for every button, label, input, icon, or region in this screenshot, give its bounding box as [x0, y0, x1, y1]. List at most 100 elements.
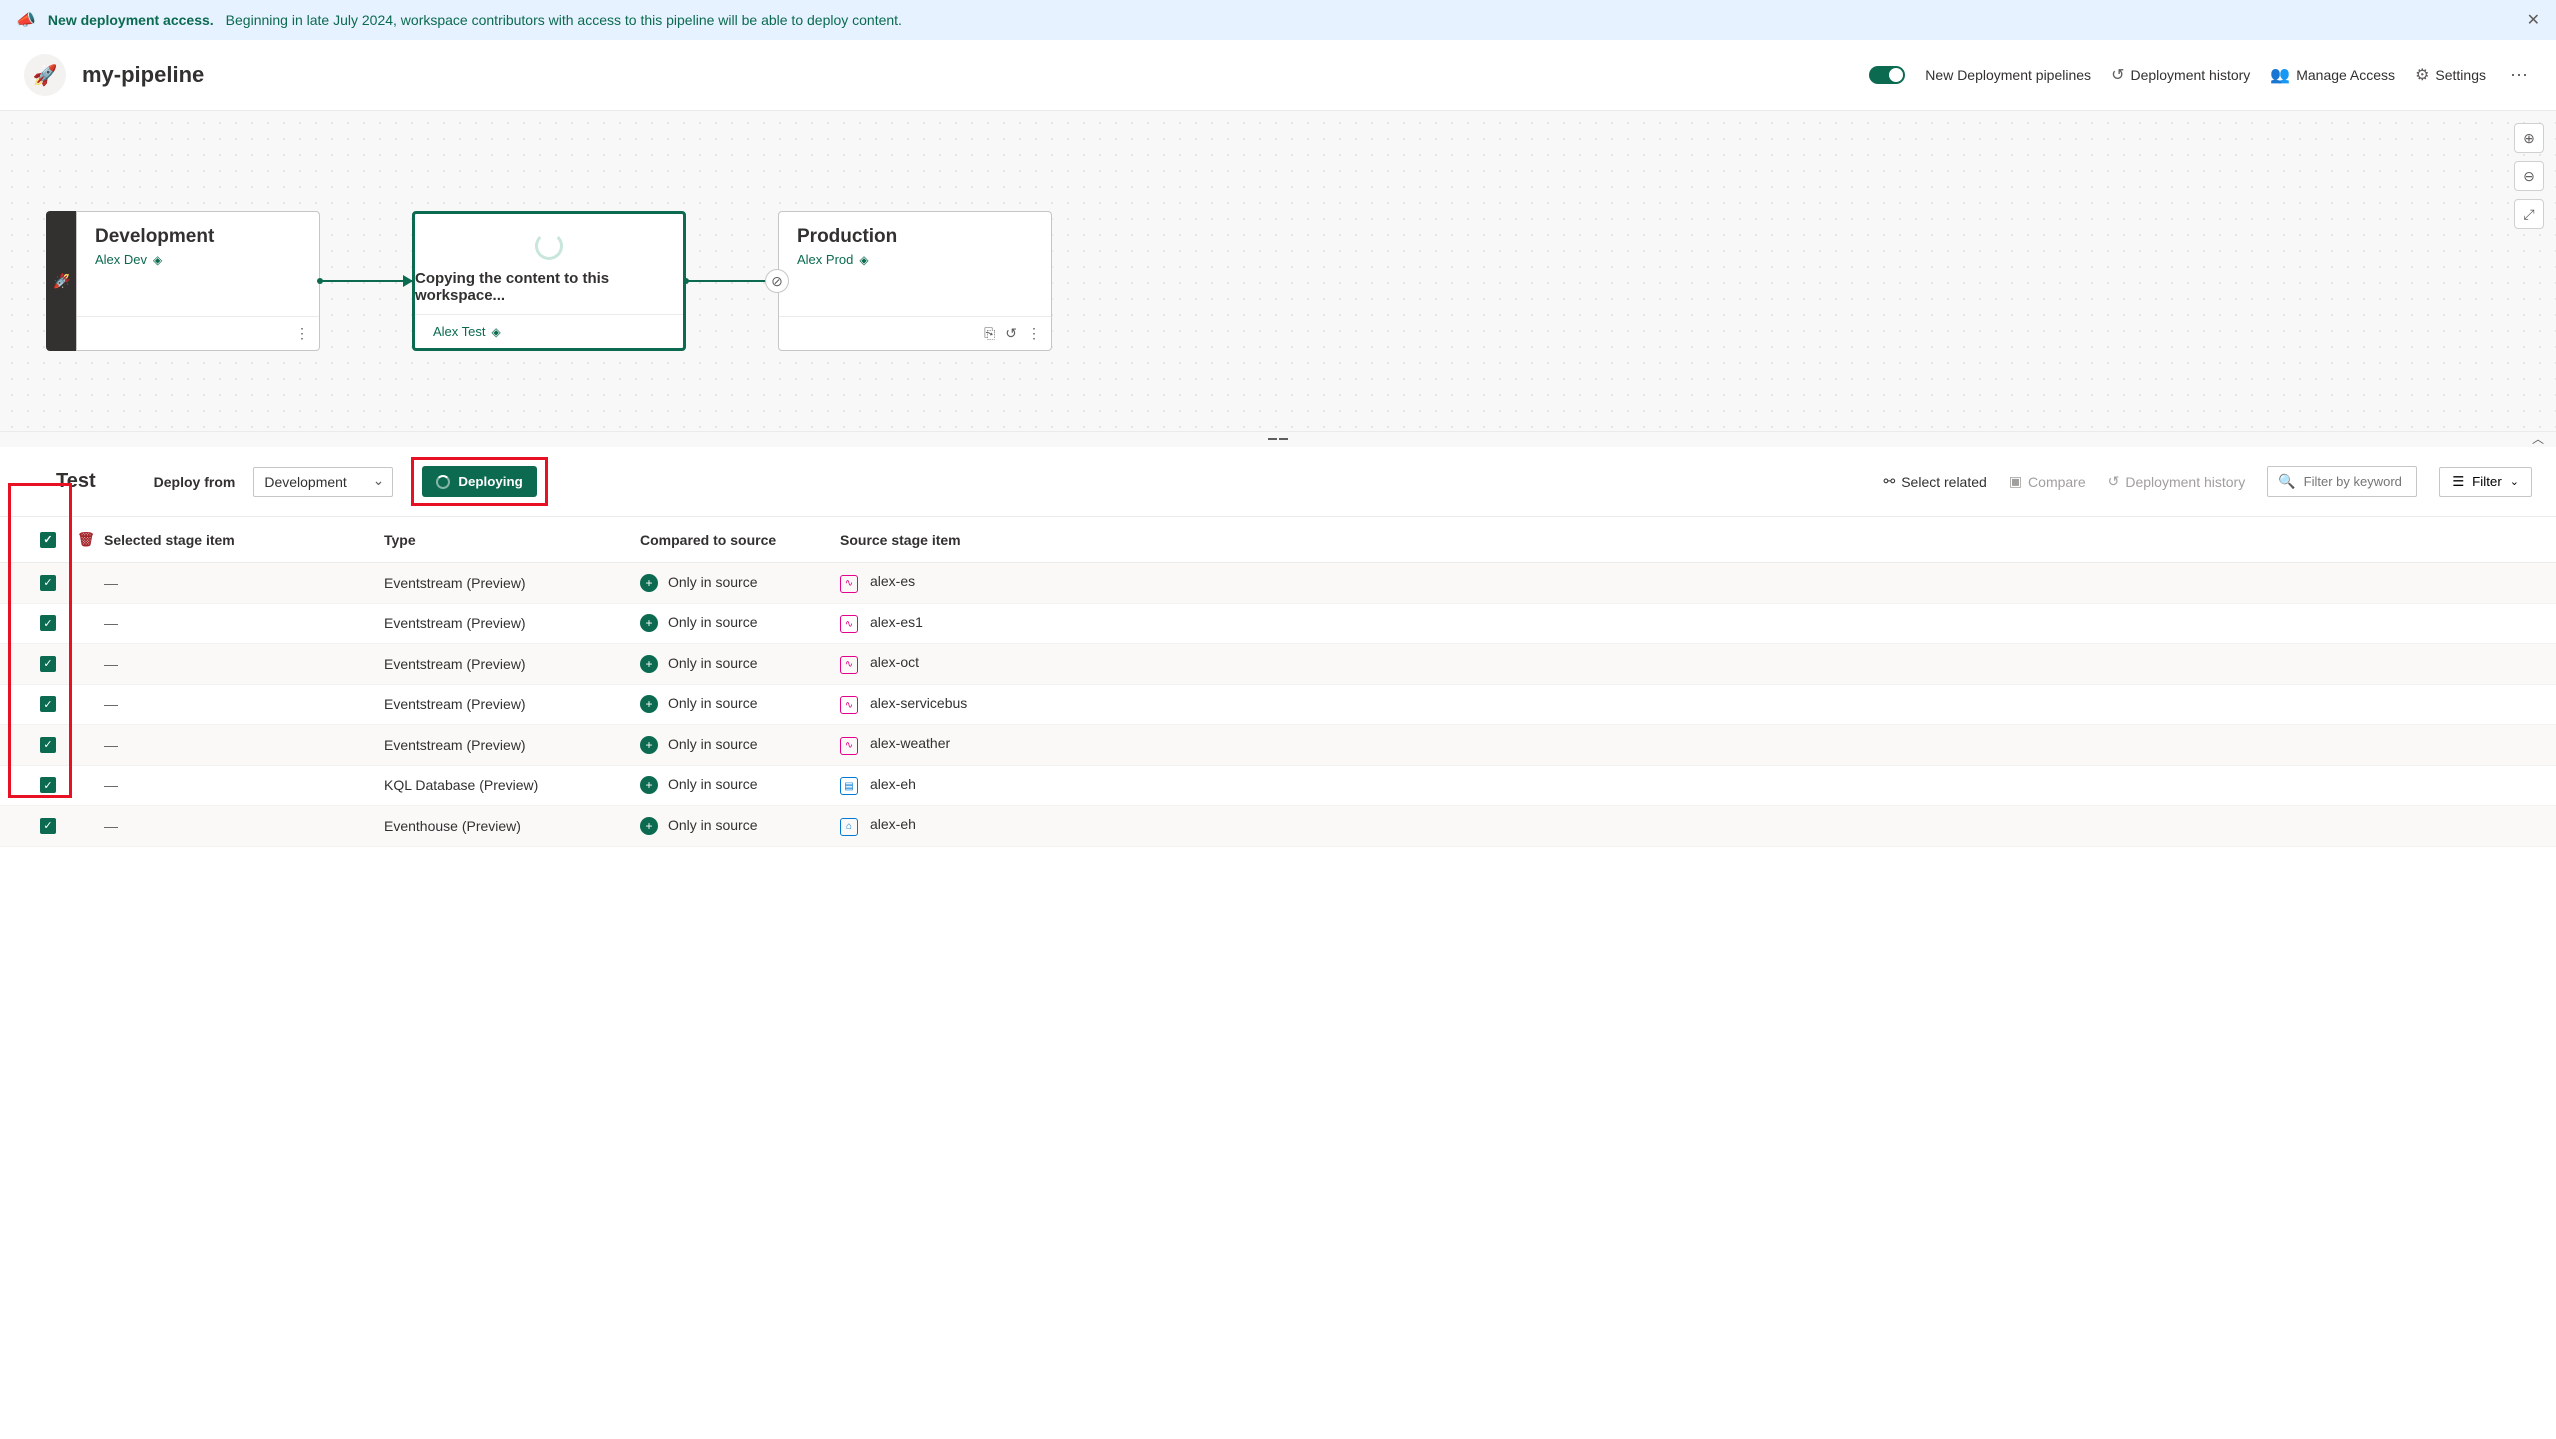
only-in-source-icon: +	[640, 614, 658, 632]
compare-button: ▣ Compare	[2009, 473, 2086, 490]
col-type-header: Type	[384, 532, 640, 548]
dev-stage-tab: 🚀	[46, 211, 76, 351]
deploy-button-label: Deploying	[458, 474, 522, 489]
only-in-source-icon: +	[640, 574, 658, 592]
source-item-name: alex-oct	[870, 654, 919, 670]
stage-more-button[interactable]: ⋮	[295, 325, 309, 342]
page-header: 🚀 my-pipeline New Deployment pipelines ↺…	[0, 40, 2556, 111]
new-pipelines-label: New Deployment pipelines	[1925, 67, 2091, 83]
source-item-name: alex-eh	[870, 776, 916, 792]
deployment-history-link[interactable]: ↺ Deployment history	[2111, 65, 2250, 85]
col-compared-header: Compared to source	[640, 532, 840, 548]
item-type-icon: ▤	[840, 777, 858, 795]
zoom-in-button[interactable]: ⊕	[2514, 123, 2544, 153]
compared-label: Only in source	[668, 655, 757, 671]
filter-button[interactable]: ☰ Filter ⌄	[2439, 467, 2532, 497]
dev-stage-workspace: Alex Dev◈	[95, 252, 301, 267]
row-type: Eventstream (Preview)	[384, 737, 640, 753]
compared-label: Only in source	[668, 574, 757, 590]
test-stage-workspace: Alex Test◈	[425, 324, 501, 339]
stage-history-button[interactable]: ↺	[1005, 325, 1017, 342]
source-item-name: alex-es1	[870, 614, 923, 630]
copying-text: Copying the content to this workspace...	[415, 270, 683, 304]
only-in-source-icon: +	[640, 817, 658, 835]
table-row[interactable]: ✓—KQL Database (Preview)+Only in source▤…	[0, 766, 2556, 807]
only-in-source-icon: +	[640, 655, 658, 673]
search-icon: 🔍	[2278, 473, 2295, 490]
compared-label: Only in source	[668, 695, 757, 711]
selected-item-placeholder: —	[104, 575, 118, 591]
row-type: KQL Database (Preview)	[384, 777, 640, 793]
col-source-header: Source stage item	[840, 532, 2532, 548]
panel-divider[interactable]: ︿	[0, 431, 2556, 447]
history-label: Deployment history	[2130, 67, 2250, 83]
selected-item-placeholder: —	[104, 777, 118, 793]
people-icon: 👥	[2270, 65, 2290, 85]
source-item-name: alex-weather	[870, 735, 950, 751]
prod-stage-workspace: Alex Prod◈	[797, 252, 1033, 267]
settings-label: Settings	[2435, 67, 2486, 83]
row-checkbox[interactable]: ✓	[40, 737, 56, 753]
deploy-button[interactable]: Deploying	[422, 466, 536, 497]
manage-access-label: Manage Access	[2296, 67, 2395, 83]
row-checkbox[interactable]: ✓	[40, 575, 56, 591]
stage-rules-button[interactable]: ⎘	[984, 325, 995, 342]
collapse-panel-button[interactable]: ︿	[2532, 430, 2544, 447]
new-pipelines-toggle[interactable]	[1869, 66, 1905, 84]
row-checkbox[interactable]: ✓	[40, 777, 56, 793]
table-row[interactable]: ✓—Eventstream (Preview)+Only in source∿a…	[0, 563, 2556, 604]
deploy-from-label: Deploy from	[154, 474, 236, 490]
zoom-out-button[interactable]: ⊖	[2514, 161, 2544, 191]
compared-label: Only in source	[668, 614, 757, 630]
stage-card-production[interactable]: ⊘ Production Alex Prod◈ ⎘ ↺ ⋮	[778, 211, 1052, 351]
banner-title: New deployment access.	[48, 12, 214, 28]
filter-search-box[interactable]: 🔍	[2267, 466, 2417, 497]
compared-label: Only in source	[668, 817, 757, 833]
row-type: Eventstream (Preview)	[384, 615, 640, 631]
compared-label: Only in source	[668, 736, 757, 752]
row-type: Eventhouse (Preview)	[384, 818, 640, 834]
item-type-icon: ∿	[840, 656, 858, 674]
pipeline-canvas: ⊕ ⊖ ⤢ 🚀 Development Alex Dev◈ ⋮	[0, 111, 2556, 431]
drag-handle-icon	[1268, 438, 1288, 442]
only-in-source-icon: +	[640, 776, 658, 794]
item-type-icon: ∿	[840, 575, 858, 593]
selected-item-placeholder: —	[104, 737, 118, 753]
banner-close-button[interactable]: ✕	[2527, 10, 2540, 30]
row-checkbox[interactable]: ✓	[40, 696, 56, 712]
items-table: ✓ 🗑 Selected stage item Type Compared to…	[0, 517, 2556, 847]
deployment-history-button: ↺ Deployment history	[2108, 473, 2246, 490]
blocked-icon: ⊘	[765, 269, 789, 293]
item-type-icon: ∿	[840, 696, 858, 714]
table-row[interactable]: ✓—Eventstream (Preview)+Only in source∿a…	[0, 604, 2556, 645]
select-related-button[interactable]: ⚯ Select related	[1883, 473, 1986, 490]
copying-spinner-icon	[535, 232, 563, 260]
filter-search-input[interactable]	[2304, 474, 2407, 489]
zoom-fit-button[interactable]: ⤢	[2514, 199, 2544, 229]
selected-item-placeholder: —	[104, 656, 118, 672]
item-type-icon: ∿	[840, 737, 858, 755]
row-checkbox[interactable]: ✓	[40, 615, 56, 631]
source-item-name: alex-es	[870, 573, 915, 589]
gear-icon: ⚙	[2415, 65, 2429, 85]
stage-card-test[interactable]: Copying the content to this workspace...…	[412, 211, 686, 351]
diamond-icon: ◈	[859, 253, 868, 267]
select-all-checkbox[interactable]: ✓	[40, 532, 56, 548]
row-checkbox[interactable]: ✓	[40, 818, 56, 834]
more-menu-button[interactable]: ⋯	[2506, 61, 2532, 90]
chevron-down-icon: ⌄	[2510, 475, 2519, 488]
only-in-source-icon: +	[640, 695, 658, 713]
table-row[interactable]: ✓—Eventstream (Preview)+Only in source∿a…	[0, 725, 2556, 766]
manage-access-link[interactable]: 👥 Manage Access	[2270, 65, 2395, 85]
settings-link[interactable]: ⚙ Settings	[2415, 65, 2486, 85]
stage-more-button[interactable]: ⋮	[1027, 325, 1041, 342]
row-checkbox[interactable]: ✓	[40, 656, 56, 672]
table-row[interactable]: ✓—Eventhouse (Preview)+Only in source⌂al…	[0, 806, 2556, 847]
deploy-from-select[interactable]: Development	[253, 467, 393, 497]
deploying-spinner-icon	[436, 475, 450, 489]
table-row[interactable]: ✓—Eventstream (Preview)+Only in source∿a…	[0, 685, 2556, 726]
delete-icon[interactable]: 🗑	[77, 531, 95, 548]
stage-card-development[interactable]: Development Alex Dev◈ ⋮	[76, 211, 320, 351]
table-row[interactable]: ✓—Eventstream (Preview)+Only in source∿a…	[0, 644, 2556, 685]
deploy-button-highlight: Deploying	[411, 457, 547, 506]
